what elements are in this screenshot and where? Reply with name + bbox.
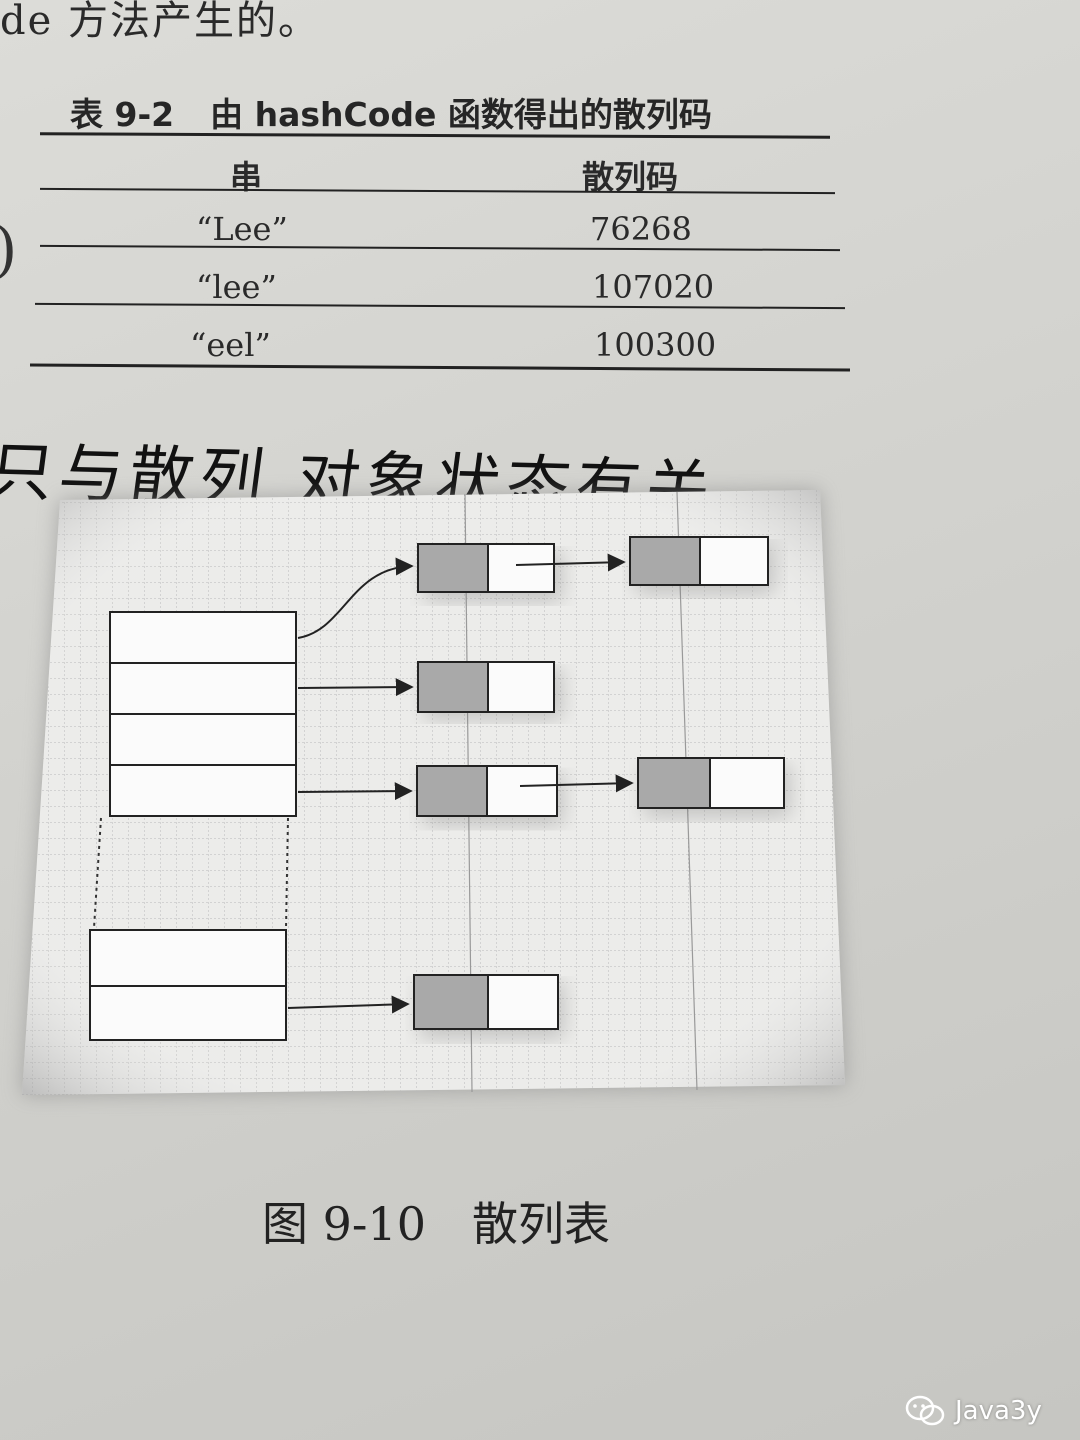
table-row-1-string: “Lee”	[196, 210, 288, 248]
table-row-rule	[40, 244, 840, 252]
hash-table-diagram	[22, 490, 845, 1095]
table-caption: 表 9-2 由 hashCode 函数得出的散列码	[70, 88, 712, 136]
table-row-2-string: “lee”	[196, 268, 277, 306]
table-header-string: 串	[230, 158, 263, 196]
table-row-1-hash: 76268	[590, 210, 692, 248]
table-row-rule	[35, 302, 845, 310]
figure-caption-title: 散列表	[471, 1197, 610, 1251]
table-caption-title: 由 hashCode 函数得出的散列码	[210, 95, 712, 134]
list-node	[416, 765, 563, 825]
list-node	[629, 536, 774, 594]
previous-paragraph-text: de 方法产生的。	[0, 0, 320, 44]
list-node	[413, 974, 564, 1038]
table-row-3-string: “eel”	[190, 326, 271, 364]
list-node	[417, 661, 562, 719]
wechat-watermark: Java3y	[905, 1394, 1042, 1428]
list-node	[637, 757, 790, 817]
bucket-array-top	[109, 611, 297, 817]
watermark-text: Java3y	[955, 1396, 1042, 1426]
margin-parenthesis: )	[0, 215, 17, 285]
table-caption-number: 表 9-2	[70, 95, 175, 134]
table-row-3-hash: 100300	[594, 326, 717, 364]
table-bottom-rule	[29, 363, 851, 372]
bucket-array-bottom	[89, 929, 287, 1041]
list-node	[417, 543, 562, 601]
table-header-rule	[40, 187, 835, 195]
table-row-2-hash: 107020	[592, 268, 715, 306]
wechat-icon	[905, 1395, 945, 1426]
figure-caption: 图 9-10 散列表	[262, 1188, 610, 1254]
figure-caption-number: 图 9-10	[262, 1197, 426, 1251]
